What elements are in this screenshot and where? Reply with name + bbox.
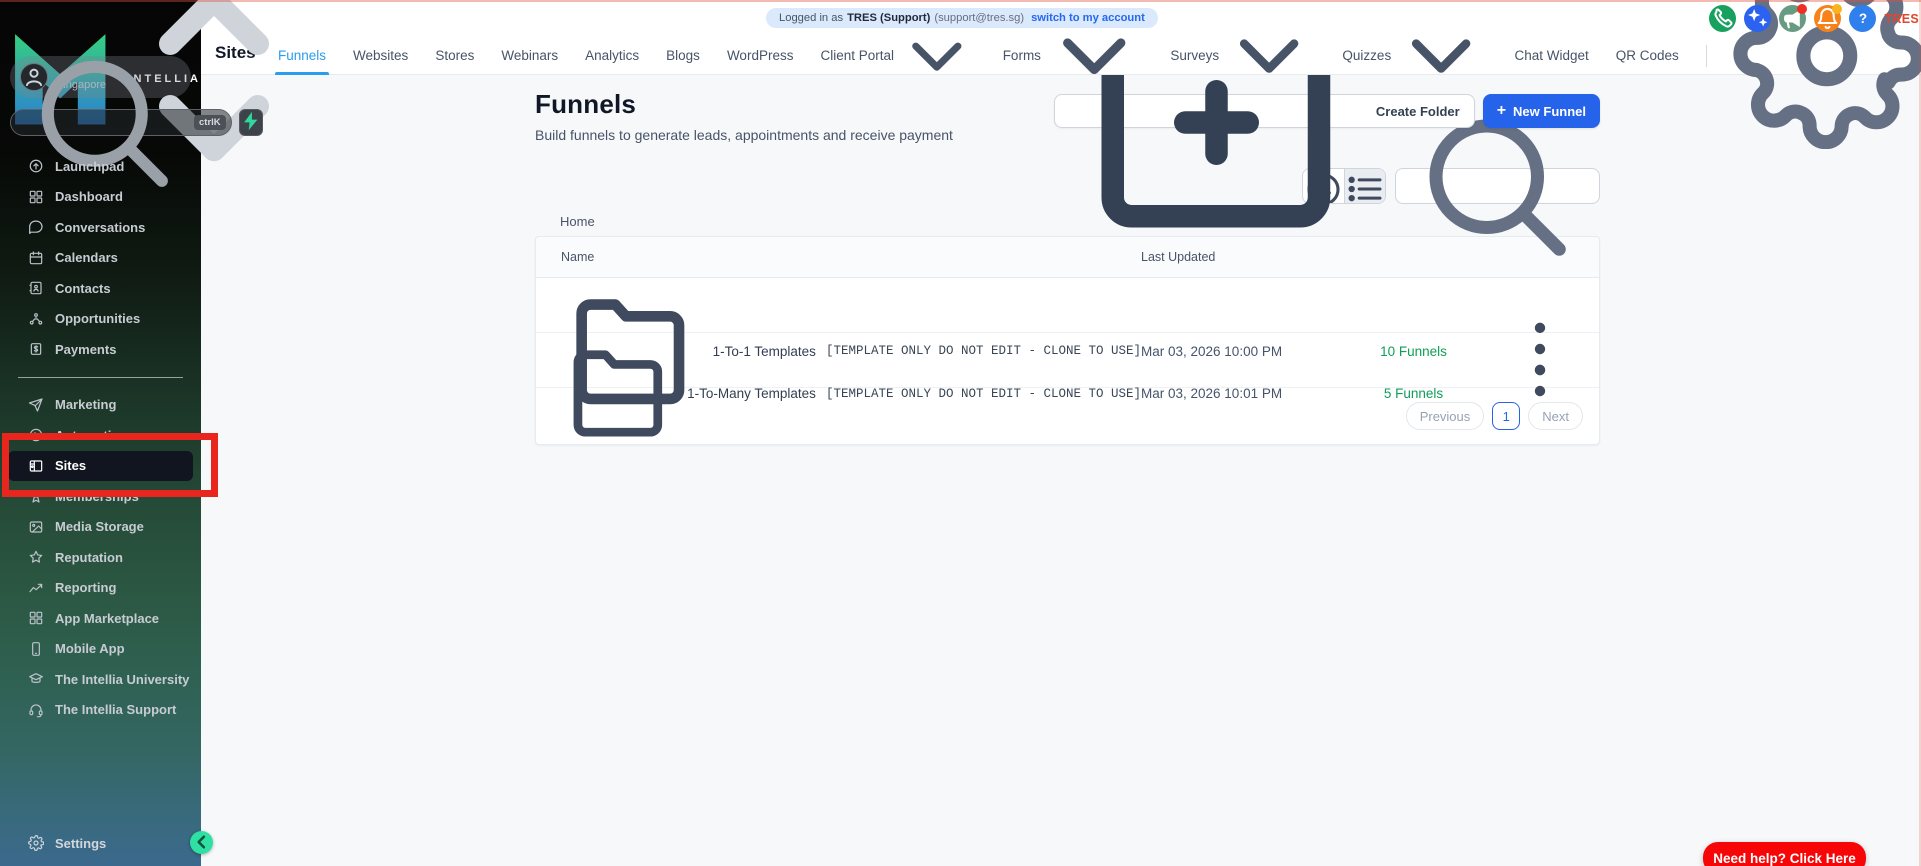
- user-badge: TRES: [1884, 11, 1919, 26]
- table-row[interactable]: 1-To-1 Templates [TEMPLATE ONLY DO NOT E…: [536, 278, 1599, 405]
- previous-page-button[interactable]: Previous: [1405, 402, 1485, 430]
- funnels-search[interactable]: [1395, 118, 1600, 256]
- tab-analytics[interactable]: Analytics: [585, 36, 639, 75]
- university-icon: [28, 671, 44, 687]
- sidebar-item-calendars[interactable]: Calendars: [8, 243, 193, 274]
- banner-email: (support@tres.sg): [934, 12, 1025, 24]
- payments-icon: [28, 341, 44, 357]
- next-page-button[interactable]: Next: [1528, 402, 1583, 430]
- tab-qr-codes[interactable]: QR Codes: [1616, 36, 1679, 75]
- tab-client-portal[interactable]: Client Portal: [820, 36, 975, 75]
- row-last-updated: Mar 03, 2026 10:00 PM: [1141, 343, 1283, 359]
- keyboard-shortcut-badge: ctrlK: [194, 115, 226, 130]
- tab-webinars[interactable]: Webinars: [501, 36, 558, 75]
- switch-account-link[interactable]: switch to my account: [1031, 12, 1145, 24]
- sidebar-item-payments[interactable]: Payments: [8, 334, 193, 365]
- row-last-updated: Mar 03, 2026 10:01 PM: [1141, 386, 1283, 402]
- folder-icon: [561, 333, 677, 454]
- tab-forms[interactable]: Forms: [1003, 36, 1144, 75]
- sidebar-item-opportunities[interactable]: Opportunities: [8, 304, 193, 335]
- topbar: Sites Funnels Websites Stores Webinars Analy…: [201, 0, 1921, 149]
- sidebar-item-conversations[interactable]: Conversations: [8, 212, 193, 243]
- funnels-subheading: Build funnels to generate leads, appoint…: [535, 127, 953, 143]
- sidebar-item-launchpad[interactable]: Launchpad: [8, 151, 193, 182]
- sidebar-item-dashboard[interactable]: Dashboard: [8, 182, 193, 213]
- banner-user: TRES (Support): [847, 12, 931, 24]
- marketing-icon: [28, 397, 44, 413]
- lightning-icon: [240, 110, 262, 135]
- megaphone-icon[interactable]: [1779, 4, 1808, 32]
- media-storage-icon: [28, 519, 44, 535]
- tab-stores[interactable]: Stores: [435, 36, 474, 75]
- launchpad-icon: [28, 158, 44, 174]
- sidebar-item-the-intellia-support[interactable]: The Intellia Support: [8, 695, 193, 726]
- tab-blogs[interactable]: Blogs: [666, 36, 700, 75]
- sidebar-item-media-storage[interactable]: Media Storage: [8, 512, 193, 543]
- bell-icon[interactable]: [1814, 4, 1843, 32]
- sidebar-item-reputation[interactable]: Reputation: [8, 542, 193, 573]
- banner-prefix: Logged in as: [779, 12, 844, 24]
- tabs: Funnels Websites Stores Webinars Analytics Bl…: [274, 0, 1921, 149]
- table-row[interactable]: 1-To-Many Templates [TEMPLATE ONLY DO NO…: [536, 333, 1599, 437]
- page-number-button[interactable]: 1: [1492, 402, 1521, 430]
- gear-icon: [28, 835, 45, 851]
- reputation-icon: [28, 549, 44, 565]
- help-icon[interactable]: ?: [1849, 5, 1877, 32]
- mobile-app-icon: [28, 641, 44, 657]
- chevron-down-icon: [898, 17, 976, 95]
- opportunities-icon: [28, 311, 44, 327]
- sidebar-item-contacts[interactable]: Contacts: [8, 273, 193, 304]
- tab-wordpress[interactable]: WordPress: [727, 36, 794, 75]
- settings-label: Settings: [55, 835, 107, 851]
- sparkles-icon[interactable]: [1744, 5, 1772, 32]
- tabs-divider: [1705, 44, 1707, 67]
- tab-chat-widget[interactable]: Chat Widget: [1514, 36, 1588, 75]
- sidebar-item-settings[interactable]: Settings: [8, 828, 193, 858]
- annotation-highlight-box: [2, 433, 218, 497]
- main-content: Funnels Build funnels to generate leads,…: [201, 75, 1921, 866]
- plus-icon: +: [1496, 102, 1507, 119]
- chevron-left-icon: [190, 831, 213, 857]
- funnel-count-link[interactable]: 10 Funnels: [1380, 344, 1447, 359]
- support-icon: [28, 702, 44, 718]
- annotation-top-line: [0, 0, 1921, 2]
- contacts-icon: [28, 280, 44, 296]
- app-marketplace-icon: [28, 610, 44, 626]
- chevron-down-icon: [1223, 9, 1315, 101]
- quick-actions-button[interactable]: [238, 109, 263, 136]
- topbar-action-icons: ? TRES: [1709, 4, 1919, 32]
- new-funnel-button[interactable]: + New Funnel: [1482, 94, 1600, 128]
- sidebar-item-the-intellia-university[interactable]: The Intellia University: [8, 664, 193, 695]
- dashboard-icon: [28, 189, 44, 205]
- sidebar-search[interactable]: ctrlK: [10, 60, 232, 187]
- sidebar-item-marketing[interactable]: Marketing: [8, 390, 193, 421]
- funnel-count-link[interactable]: 5 Funnels: [1384, 386, 1443, 401]
- logged-in-banner: Logged in as TRES (Support) (support@tre…: [766, 8, 1158, 28]
- reporting-icon: [28, 580, 44, 596]
- calendars-icon: [28, 250, 44, 266]
- conversations-icon: [28, 219, 44, 235]
- sidebar-item-mobile-app[interactable]: Mobile App: [8, 634, 193, 665]
- column-name: Name: [561, 250, 595, 264]
- breadcrumb-home[interactable]: Home: [535, 214, 595, 229]
- sidebar-divider: [18, 376, 183, 378]
- sidebar-item-reporting[interactable]: Reporting: [8, 573, 193, 604]
- phone-icon[interactable]: [1709, 5, 1737, 32]
- need-help-button[interactable]: Need help? Click Here: [1703, 842, 1866, 866]
- sidebar-item-app-marketplace[interactable]: App Marketplace: [8, 603, 193, 634]
- chevron-down-icon: [1395, 9, 1487, 101]
- sidebar-collapse-button[interactable]: [190, 831, 213, 854]
- tab-surveys[interactable]: Surveys: [1170, 36, 1315, 75]
- tab-quizzes[interactable]: Quizzes: [1342, 36, 1487, 75]
